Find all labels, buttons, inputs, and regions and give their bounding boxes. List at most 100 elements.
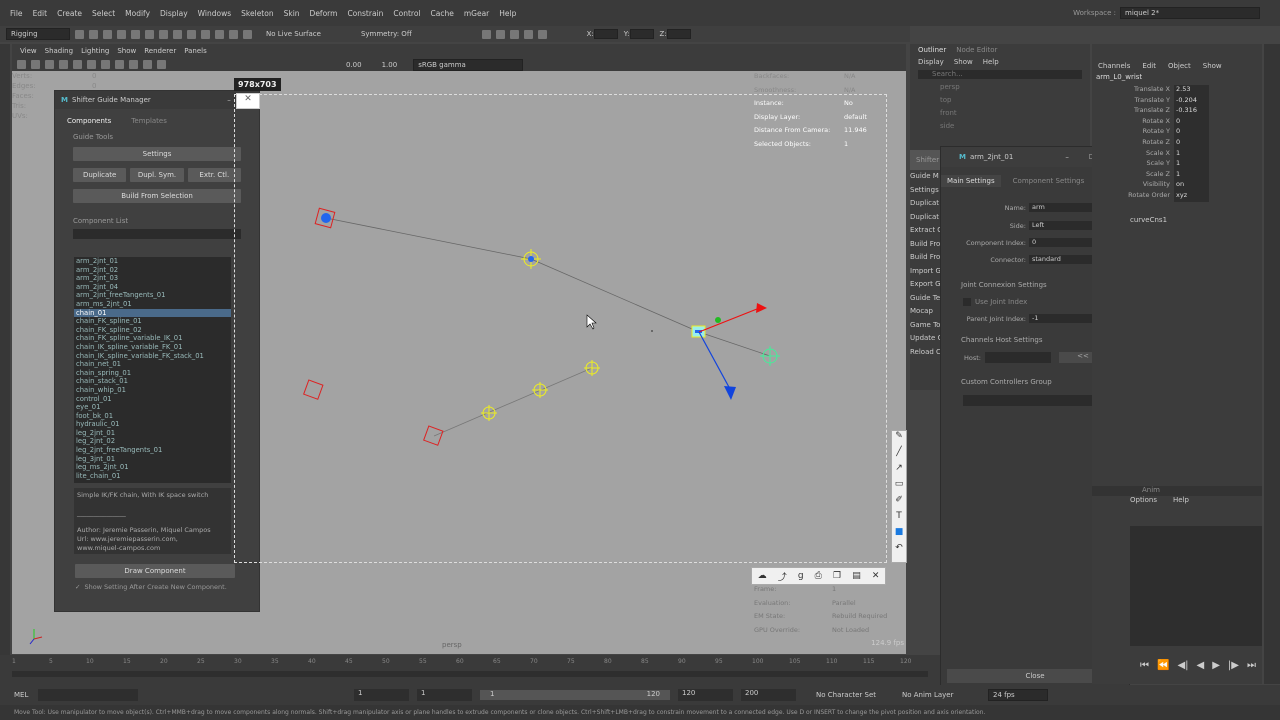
wireframe-icon[interactable] [73,60,82,69]
playblast-icon[interactable] [537,29,547,39]
channel-row[interactable]: Translate Y -0.204 [1092,95,1262,107]
channel-row[interactable]: Scale Y 1 [1092,159,1262,170]
bookmark-icon[interactable] [31,60,40,69]
list-item[interactable]: chain_IK_spline_variable_FK_stack_01 [74,352,231,361]
list-item[interactable]: leg_ms_2jnt_01 [74,463,231,472]
share-icon[interactable]: ⤴ [778,570,787,583]
select-tool-icon[interactable] [145,29,154,39]
open-scene-icon[interactable] [117,29,126,39]
component-list[interactable]: arm_2jnt_01 arm_2jnt_02 arm_2jnt_03 arm_2jn… [74,257,231,483]
outliner-menu-help[interactable]: Help [983,58,999,66]
channel-value[interactable]: -0.316 [1174,106,1209,117]
sgm-titlebar[interactable]: M Shifter Guide Manager – ☐ [55,91,259,109]
list-item[interactable]: chain_FK_spline_01 [74,317,231,326]
channel-menu-channels[interactable]: Channels [1098,62,1130,70]
list-item[interactable]: chain_01 [74,308,231,318]
list-item[interactable]: leg_2jnt_freeTangents_01 [74,446,231,455]
smooth-shade-icon[interactable] [87,60,96,69]
menu-modify[interactable]: Modify [125,9,150,18]
channel-value[interactable]: 1 [1174,148,1209,160]
outliner-item[interactable]: front [940,107,1090,120]
print-icon[interactable]: ⎙ [815,571,822,581]
tab-outliner[interactable]: Outliner [918,46,946,54]
snip-selection-rect[interactable] [234,94,887,563]
redo-icon[interactable] [89,29,98,39]
menu-windows[interactable]: Windows [198,9,231,18]
list-item[interactable]: arm_2jnt_03 [74,274,231,283]
symmetry-label[interactable]: Symmetry: Off [361,30,412,38]
go-start-icon[interactable]: ⏮ [1140,660,1149,671]
copy-icon[interactable]: ❐ [833,571,841,581]
list-item[interactable]: leg_2jnt_02 [74,437,231,446]
live-surface-label[interactable]: No Live Surface [266,30,321,38]
channel-row[interactable]: Visibility on [1092,180,1262,191]
fps-select[interactable]: 24 fps [988,689,1048,701]
menu-file[interactable]: File [10,9,23,18]
channel-menu-edit[interactable]: Edit [1142,62,1156,70]
dupl-sym-button[interactable]: Dupl. Sym. [130,168,184,182]
gamma-value[interactable]: 1.00 [382,61,398,69]
viewport-menu-view[interactable]: View [20,47,37,55]
menu-deform[interactable]: Deform [310,9,338,18]
line-icon[interactable]: ╱ [892,447,906,463]
channel-value[interactable]: 1 [1174,159,1209,170]
lights-icon[interactable] [115,60,124,69]
channel-row[interactable]: Rotate Y 0 [1092,127,1262,138]
channel-value[interactable]: 1 [1174,169,1209,181]
list-item[interactable]: leg_2jnt_01 [74,429,231,438]
list-item[interactable]: leg_3jnt_01 [74,455,231,464]
y-field[interactable] [629,29,654,39]
shadows-icon[interactable] [129,60,138,69]
menu-cache[interactable]: Cache [431,9,454,18]
menu-edit[interactable]: Edit [33,9,48,18]
next-key-icon[interactable]: |▶ [1228,660,1239,671]
image-plane-icon[interactable] [45,60,54,69]
list-item[interactable]: chain_FK_spline_02 [74,326,231,335]
outliner-menu-display[interactable]: Display [918,58,944,66]
upload-icon[interactable]: ☁ [758,571,767,581]
channel-row[interactable]: Translate X 2.53 [1092,85,1262,96]
list-item[interactable]: arm_2jnt_04 [74,283,231,292]
menu-display[interactable]: Display [160,9,188,18]
custom-controllers-list[interactable] [963,395,1107,406]
outliner-item[interactable]: persp [940,81,1090,94]
close-icon[interactable]: ✕ [872,571,880,581]
snip-close-icon[interactable]: ✕ [237,94,259,104]
marker-icon[interactable]: ✐ [892,495,906,511]
play-forward-icon[interactable]: ▶ [1212,660,1220,671]
channel-menu-show[interactable]: Show [1203,62,1222,70]
list-item[interactable]: arm_2jnt_02 [74,266,231,275]
channel-row[interactable]: Rotate Order xyz [1092,190,1262,202]
minimize-icon[interactable]: – [1065,153,1069,161]
go-end-icon[interactable]: ⏭ [1247,660,1256,671]
menu-create[interactable]: Create [57,9,82,18]
exposure-value[interactable]: 0.00 [346,61,362,69]
channel-value[interactable]: 0 [1174,137,1209,149]
anim-layer-select[interactable]: No Anim Layer [902,691,982,699]
list-item[interactable]: chain_net_01 [74,360,231,369]
channel-value[interactable]: 0 [1174,127,1209,138]
list-item[interactable]: chain_spring_01 [74,369,231,378]
time-slider-track[interactable] [12,671,928,677]
tab-node-editor[interactable]: Node Editor [956,46,997,54]
xray-icon[interactable] [157,60,166,69]
prev-key-icon[interactable]: ◀| [1177,660,1188,671]
snip-close-box[interactable]: ✕ [236,93,260,109]
mel-label[interactable]: MEL [14,691,36,699]
time-slider[interactable]: 1 5 10 15 20 25 30 35 40 45 50 55 60 65 70 75 80 85 90 95 10… [0,655,940,685]
channel-row[interactable]: Rotate X 0 [1092,116,1262,128]
minimize-icon[interactable]: – [227,96,231,104]
render-settings-icon[interactable] [509,29,519,39]
snap-surface-icon[interactable] [243,29,252,39]
snap-grid-icon[interactable] [187,29,196,39]
paint-select-icon[interactable] [173,29,182,39]
channel-menu-object[interactable]: Object [1168,62,1191,70]
anim-layer-list[interactable] [1130,525,1262,646]
component-search-input[interactable] [73,229,241,239]
settings-button[interactable]: Settings [73,147,241,161]
tab-templates[interactable]: Templates [131,117,167,125]
camera-attr-icon[interactable] [17,60,26,69]
viewport-menu-lighting[interactable]: Lighting [81,47,109,55]
step-back-icon[interactable]: ⏪ [1157,660,1169,671]
snap-view-icon[interactable] [229,29,238,39]
